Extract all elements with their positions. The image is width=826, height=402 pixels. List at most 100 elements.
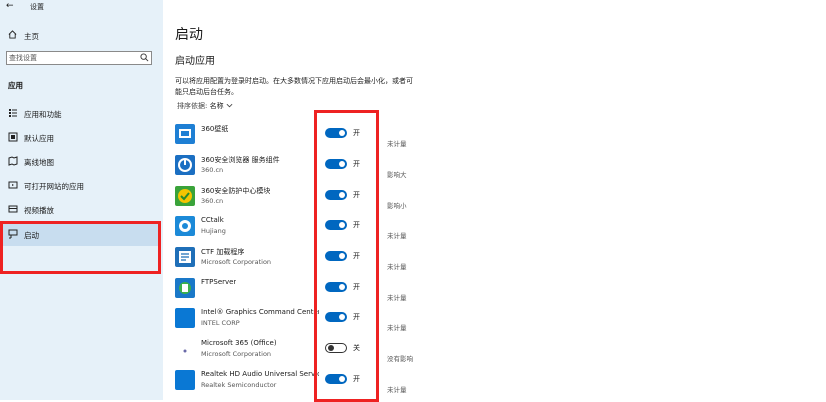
toggle-knob [339,314,345,320]
startup-toggle[interactable] [325,159,347,169]
app-name: CCtalk [201,216,224,224]
360-browser-icon [175,155,195,175]
impact-label: 未计量 [387,324,407,332]
toggle-state-label: 开 [353,221,360,229]
toggle-state-label: 开 [353,129,360,137]
360-wallpaper-icon [175,124,195,144]
list-item: Microsoft 365 (Office) Microsoft Corpora… [175,335,575,365]
startup-toggle[interactable] [325,251,347,261]
list-item: CCtalk Hujiang 开 未计量 [175,212,575,242]
list-item: CTF 加载程序 Microsoft Corporation 开 未计量 [175,243,575,273]
impact-label: 未计量 [387,263,407,271]
sort-dropdown[interactable]: 排序依据: 名称 [177,101,233,111]
sidebar-item-label: 应用和功能 [24,110,62,119]
sort-label: 排序依据: [177,102,208,110]
app-name: 360安全防护中心模块 [201,187,271,195]
default-apps-icon [8,132,18,142]
app-publisher: 360.cn [201,166,224,174]
toggle-state-label: 开 [353,375,360,383]
sidebar-item-label: 启动 [24,231,39,240]
home-icon [8,30,17,41]
sidebar-item-default-apps[interactable]: 默认应用 [0,125,163,149]
startup-toggle[interactable] [325,282,347,292]
startup-icon [8,229,18,239]
back-arrow-icon[interactable]: ← [6,1,14,11]
app-name: CTF 加载程序 [201,248,245,256]
section-label: 应用 [8,81,23,90]
toggle-knob [339,222,345,228]
toggle-knob [339,130,345,136]
sidebar-item-offline-maps[interactable]: 离线地图 [0,149,163,173]
list-item: 360安全浏览器 服务组件 360.cn 开 影响大 [175,151,575,181]
startup-toggle[interactable] [325,312,347,322]
app-publisher: Realtek Semiconductor [201,381,277,389]
chevron-down-icon [226,102,233,110]
app-publisher: INTEL CORP [201,319,240,327]
app-name: Realtek HD Audio Universal Service [201,370,319,378]
toggle-knob [328,345,334,351]
apps-list-icon [8,108,18,118]
home-nav[interactable]: 主页 [0,27,163,43]
sidebar-item-startup[interactable]: 启动 [0,222,158,246]
sidebar-item-apps-features[interactable]: 应用和功能 [0,101,163,125]
list-item: 360安全防护中心模块 360.cn 开 影响小 [175,182,575,212]
sidebar: ← 设置 主页 应用 应用和功能 默认应用 离线地图 [0,0,163,400]
impact-label: 没有影响 [387,355,413,363]
list-item: 360壁纸 开 未计量 [175,120,575,150]
startup-toggle[interactable] [325,190,347,200]
app-name: Intel® Graphics Command Center S... [201,308,319,316]
startup-toggle[interactable] [325,374,347,384]
app-publisher: 360.cn [201,197,224,205]
sidebar-item-label: 视频播放 [24,206,54,215]
startup-toggle[interactable] [325,128,347,138]
startup-toggle[interactable] [325,220,347,230]
toggle-state-label: 开 [353,283,360,291]
app-publisher: Hujiang [201,227,226,235]
toggle-state-label: 关 [353,344,360,352]
list-item: Intel® Graphics Command Center S... INTE… [175,304,575,334]
impact-label: 影响小 [387,202,407,210]
sidebar-item-label: 离线地图 [24,158,54,167]
toggle-knob [339,161,345,167]
intel-graphics-icon [175,308,195,328]
impact-label: 影响大 [387,171,407,179]
map-icon [8,156,18,166]
title-bar: ← 设置 [0,0,163,14]
page-title: 启动 [175,27,203,43]
app-publisher: Microsoft Corporation [201,258,272,266]
toggle-state-label: 开 [353,191,360,199]
ctf-loader-icon [175,247,195,267]
impact-label: 未计量 [387,294,407,302]
toggle-knob [339,192,345,198]
startup-toggle[interactable] [325,343,347,353]
realtek-audio-icon [175,370,195,390]
office-icon [175,339,195,359]
section-title: 启动应用 [175,56,215,67]
list-item: Realtek HD Audio Universal Service Realt… [175,366,575,396]
app-name: Microsoft 365 (Office) [201,339,277,347]
toggle-knob [339,253,345,259]
toggle-knob [339,376,345,382]
description: 可以将应用配置为登录时启动。在大多数情况下应用启动后会最小化，或者可能只启动后台… [175,77,413,96]
app-name: 360壁纸 [201,125,229,133]
search-icon[interactable] [140,53,149,64]
impact-label: 未计量 [387,140,407,148]
app-publisher: Microsoft Corporation [201,350,272,358]
impact-label: 未计量 [387,232,407,240]
sidebar-item-web-apps[interactable]: 可打开网站的应用 [0,173,163,197]
sidebar-item-video-playback[interactable]: 视频播放 [0,197,163,221]
toggle-state-label: 开 [353,313,360,321]
360-security-icon [175,186,195,206]
sort-value: 名称 [209,102,224,110]
window-title: 设置 [30,3,44,11]
search-box[interactable] [6,51,152,65]
web-apps-icon [8,180,18,190]
app-name: FTPServer [201,278,237,286]
cctalk-icon [175,216,195,236]
list-item: FTPServer 开 未计量 [175,274,575,304]
sidebar-item-label: 默认应用 [24,134,54,143]
impact-label: 未计量 [387,386,407,394]
video-icon [8,204,18,214]
search-input[interactable] [9,53,137,63]
toggle-state-label: 开 [353,252,360,260]
